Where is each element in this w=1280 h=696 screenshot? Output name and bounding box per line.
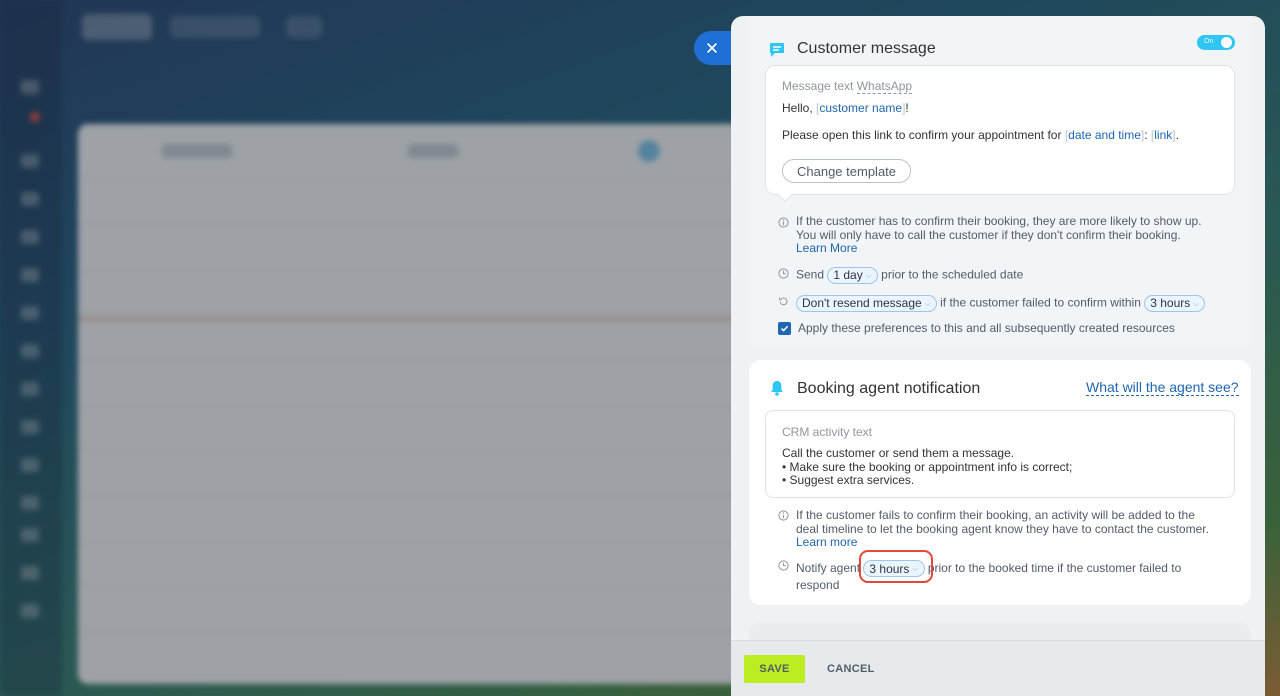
chat-icon [770,43,784,57]
message-line-greeting: Hello, [customer name]! [782,101,909,115]
checkmark-icon [780,325,789,332]
highlight-annotation [859,550,933,583]
send-timing-row: Send 1 day ⌵ prior to the scheduled date [796,267,1023,284]
crm-activity-label: CRM activity text [782,425,873,439]
clock-icon [778,268,789,279]
resend-row: Don't resend message ⌵ if the customer fa… [796,295,1206,312]
apply-preferences-label: Apply these preferences to this and all … [798,321,1175,335]
bell-icon [771,381,783,396]
learn-more-link[interactable]: Learn More [796,241,1202,256]
info-icon [778,217,789,228]
date-time-token: [date and time] [1064,128,1145,142]
what-will-agent-see-link[interactable]: What will the agent see? [1086,380,1239,396]
customer-message-toggle[interactable]: On [1197,35,1235,50]
confirmation-info-text: If the customer has to confirm their boo… [796,214,1202,256]
link-token: [link] [1150,128,1176,142]
customer-message-card: Customer message On Message text WhatsAp… [749,16,1251,348]
change-template-button[interactable]: Change template [782,159,912,183]
resend-dropdown[interactable]: Don't resend message ⌵ [796,295,937,312]
message-text-label: Message text WhatsApp [782,79,913,94]
info-icon [778,510,789,521]
crm-activity-text: Call the customer or send them a message… [782,446,1073,487]
toggle-label: On [1204,38,1214,45]
message-line-body: Please open this link to confirm your ap… [782,128,1179,142]
send-timing-dropdown[interactable]: 1 day ⌵ [827,267,878,284]
cancel-button[interactable]: CANCEL [827,655,875,683]
apply-preferences-checkbox[interactable] [778,322,791,335]
resend-hours-dropdown[interactable]: 3 hours ⌵ [1144,295,1206,312]
customer-name-token: [customer name] [816,101,906,115]
close-icon [707,43,717,53]
resend-icon [779,297,788,306]
booking-settings-panel: Customer message On Message text WhatsAp… [731,16,1265,696]
message-text-box: Message text WhatsApp Hello, [customer n… [765,65,1235,195]
agent-notification-card: Booking agent notification What will the… [749,360,1251,605]
learn-more-link[interactable]: Learn more [796,535,1209,550]
save-button[interactable]: SAVE [744,655,805,683]
customer-message-title: Customer message [797,40,936,57]
panel-footer: SAVE CANCEL [731,640,1265,696]
notify-agent-row: Notify agent 3 hours ⌵ prior to the booke… [796,560,1182,593]
channel-selector[interactable]: WhatsApp [856,79,913,94]
agent-notification-title: Booking agent notification [797,380,981,397]
crm-activity-text-box: CRM activity text Call the customer or s… [765,410,1235,498]
agent-info-text: If the customer fails to confirm their b… [796,508,1209,550]
clock-icon [778,560,789,571]
